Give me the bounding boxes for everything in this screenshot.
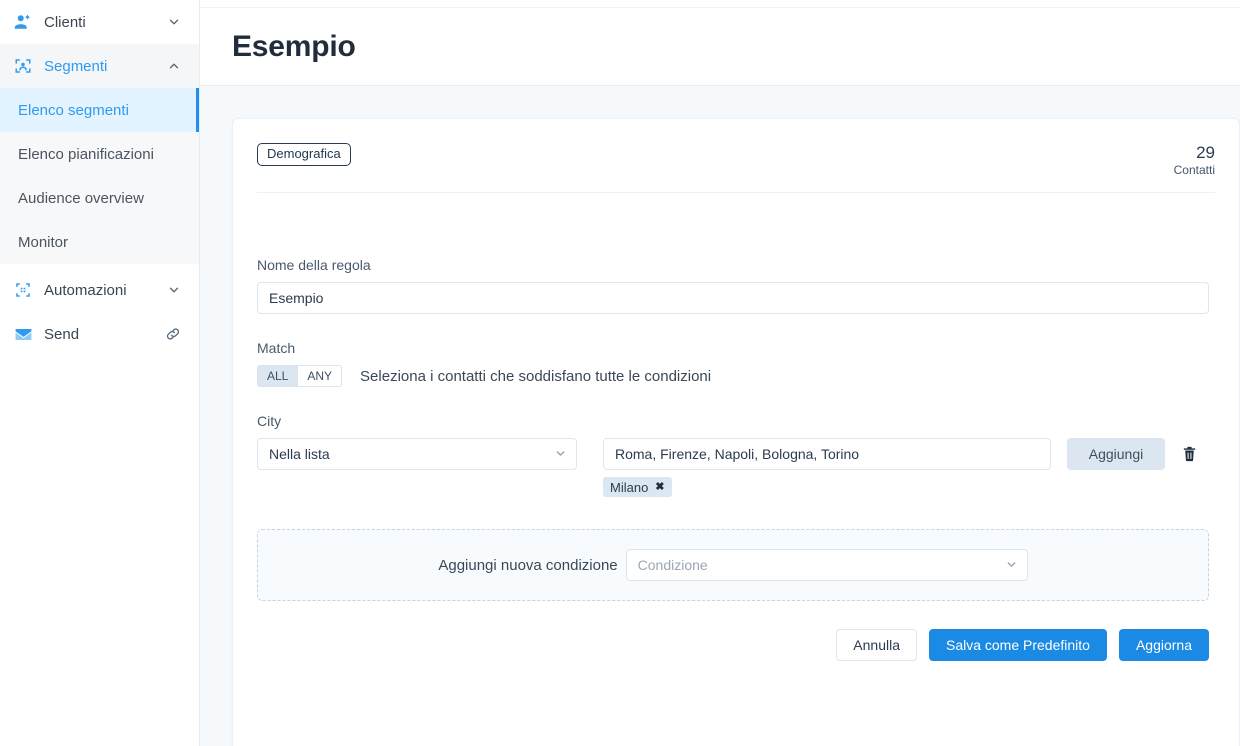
- sidebar-item-automazioni[interactable]: Automazioni: [0, 268, 199, 312]
- save-default-button[interactable]: Salva come Predefinito: [928, 629, 1107, 661]
- condition-field-label: City: [257, 413, 282, 429]
- sidebar-item-elenco-pianificazioni[interactable]: Elenco pianificazioni: [0, 132, 199, 176]
- chevron-up-icon[interactable]: [167, 59, 181, 73]
- sidebar-item-label: Automazioni: [44, 281, 127, 299]
- sidebar-item-clienti[interactable]: Clienti: [0, 0, 199, 44]
- sidebar-item-elenco-segmenti[interactable]: Elenco segmenti: [0, 88, 199, 132]
- sidebar-item-audience-overview[interactable]: Audience overview: [0, 176, 199, 220]
- cancel-button[interactable]: Annulla: [836, 629, 917, 661]
- update-button[interactable]: Aggiorna: [1118, 629, 1209, 661]
- sidebar-subitem-label: Elenco segmenti: [18, 101, 129, 119]
- top-bar: [200, 0, 1240, 8]
- sidebar-subitem-label: Elenco pianificazioni: [18, 145, 154, 163]
- condition-operator-select[interactable]: Nella lista: [257, 438, 577, 470]
- match-option-all[interactable]: ALL: [258, 366, 298, 386]
- add-condition-select[interactable]: Condizione: [625, 549, 1028, 581]
- add-condition-label: Aggiungi nuova condizione: [438, 556, 618, 574]
- page-content: Demografica 29 Contatti Nome della regol…: [200, 86, 1240, 746]
- condition-operator-value[interactable]: Nella lista: [257, 438, 577, 470]
- main-area: Esempio Demografica 29 Contatti Nome del…: [200, 0, 1240, 746]
- trash-icon[interactable]: [1179, 438, 1199, 470]
- contacts-count-value: 29: [1196, 143, 1215, 162]
- app-root: Clienti Segmenti Elenco segmenti Elenco …: [0, 0, 1240, 746]
- rule-name-input[interactable]: [257, 282, 1209, 314]
- page-header: Esempio: [200, 8, 1240, 86]
- condition-values-input[interactable]: [603, 438, 1051, 470]
- rule-name-label: Nome della regola: [257, 257, 371, 273]
- envelope-icon: [12, 323, 34, 345]
- sidebar-item-label: Segmenti: [44, 57, 108, 75]
- page-title: Esempio: [232, 29, 356, 63]
- status-badge: Demografica: [257, 143, 351, 166]
- condition-row: Nella lista Milano ✖: [257, 438, 1215, 497]
- condition-tag-label: Milano: [610, 479, 649, 495]
- contacts-counter: 29 Contatti: [1174, 143, 1215, 178]
- user-plus-icon: [12, 11, 34, 33]
- match-description: Seleziona i contatti che soddisfano tutt…: [360, 367, 712, 385]
- sidebar-item-label: Clienti: [44, 13, 86, 31]
- condition-values-column: Milano ✖: [603, 438, 1051, 497]
- close-icon[interactable]: ✖: [655, 481, 664, 493]
- segment-editor-card: Demografica 29 Contatti Nome della regol…: [232, 118, 1240, 746]
- condition-tag[interactable]: Milano ✖: [603, 477, 672, 497]
- add-value-button[interactable]: Aggiungi: [1067, 438, 1165, 470]
- match-row: ALL ANY Seleziona i contatti che soddisf…: [257, 365, 1215, 387]
- chevron-down-icon[interactable]: [167, 283, 181, 297]
- segmenti-submenu: Elenco segmenti Elenco pianificazioni Au…: [0, 88, 199, 264]
- match-label: Match: [257, 340, 296, 356]
- form-actions: Annulla Salva come Predefinito Aggiorna: [257, 629, 1209, 661]
- match-option-any[interactable]: ANY: [297, 366, 342, 386]
- match-toggle-group: ALL ANY: [257, 365, 343, 387]
- sidebar: Clienti Segmenti Elenco segmenti Elenco …: [0, 0, 200, 746]
- automation-icon: [12, 279, 34, 301]
- add-condition-dropzone: Aggiungi nuova condizione Condizione: [257, 529, 1209, 601]
- sidebar-item-send[interactable]: Send: [0, 312, 199, 356]
- card-header: Demografica 29 Contatti: [257, 119, 1215, 193]
- chevron-down-icon[interactable]: [167, 15, 181, 29]
- add-condition-select-value[interactable]: Condizione: [625, 549, 1028, 581]
- contacts-count-label: Contatti: [1173, 163, 1215, 177]
- condition-tag-list: Milano ✖: [603, 477, 1051, 497]
- sidebar-subitem-label: Audience overview: [18, 189, 144, 207]
- sidebar-subitem-label: Monitor: [18, 233, 69, 251]
- sidebar-item-label: Send: [44, 325, 80, 343]
- link-icon[interactable]: [165, 326, 181, 342]
- sidebar-item-monitor[interactable]: Monitor: [0, 220, 199, 264]
- segment-icon: [12, 55, 34, 77]
- segment-form: Nome della regola Match ALL ANY Selezion…: [257, 193, 1215, 661]
- sidebar-item-segmenti[interactable]: Segmenti: [0, 44, 199, 88]
